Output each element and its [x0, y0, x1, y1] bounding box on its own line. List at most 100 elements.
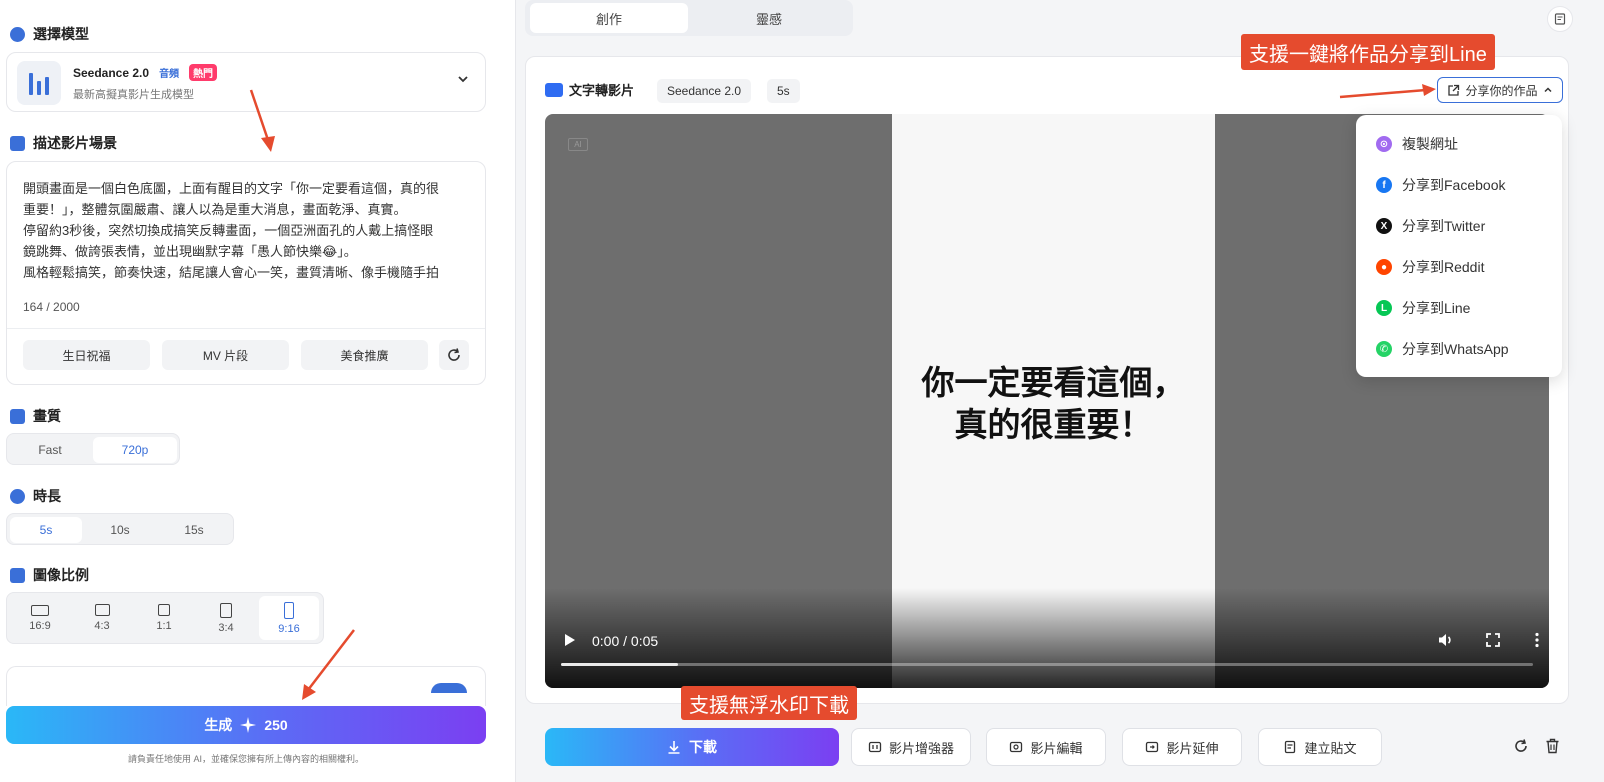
chevron-up-icon — [1543, 87, 1552, 93]
landscape-icon — [94, 604, 110, 616]
share-menu: ⊙ 複製網址 f 分享到Facebook X 分享到Twitter ● 分享到Reddit L 分… — [1356, 115, 1562, 377]
ratio-option-3-4[interactable]: 3:4 — [196, 596, 256, 640]
ratio-option-16-9[interactable]: 16:9 — [10, 596, 70, 640]
extend-icon — [1146, 741, 1159, 753]
video-caption: 你一定要看這個， 真的很重要！ — [921, 363, 1186, 444]
whatsapp-icon: ✆ — [1376, 341, 1392, 357]
landscape-icon — [31, 604, 49, 616]
extra-options-card — [6, 666, 486, 706]
aspect-ratio-icon — [10, 567, 25, 583]
share-menu-label: 分享到Line — [1402, 300, 1471, 316]
edit-note-icon — [10, 135, 25, 151]
prompt-textarea[interactable]: 開頭畫面是一個白色底圖，上面有醒目的文字「你一定要看這個，真的很 重要！」，整體… — [23, 178, 483, 283]
disclaimer-text: 請負責任地使用 AI，並確保您擁有所上傳內容的相關權利。 — [127, 754, 364, 764]
prompt-section-title: 描述影片場景 — [10, 133, 117, 153]
brain-icon — [10, 26, 25, 42]
callout-arrow-icon — [1339, 84, 1436, 99]
square-icon — [158, 604, 170, 616]
trash-icon[interactable] — [1545, 738, 1560, 757]
audio-badge: 音頻 — [159, 69, 180, 80]
suggestion-food[interactable]: 美食推廣 — [301, 340, 428, 370]
share-external-icon — [1448, 84, 1460, 96]
edit-video-icon — [1010, 741, 1023, 753]
duration-pill: 5s — [767, 79, 800, 103]
enhance-icon — [868, 741, 882, 753]
controls-gradient — [545, 588, 1549, 688]
char-counter: 164 / 2000 — [23, 300, 80, 314]
more-options-icon[interactable] — [1535, 632, 1539, 651]
share-menu-item[interactable]: ✆ 分享到WhatsApp — [1376, 337, 1509, 361]
regenerate-icon[interactable] — [1513, 738, 1529, 757]
share-menu-item[interactable]: f 分享到Facebook — [1376, 173, 1505, 197]
bottom-action-bar: 下載 影片增強器 影片編輯 影片延伸 建立貼文 — [525, 706, 1604, 782]
link-icon: ⊙ — [1376, 136, 1392, 152]
toggle-switch[interactable] — [431, 683, 467, 693]
download-icon — [668, 741, 680, 754]
ratio-selector: 16:9 4:3 1:1 3:4 9:16 — [6, 592, 324, 644]
portrait-icon — [220, 602, 232, 618]
chevron-down-icon[interactable] — [457, 73, 469, 88]
share-menu-item[interactable]: ⊙ 複製網址 — [1376, 132, 1458, 156]
share-menu-item[interactable]: X 分享到Twitter — [1376, 214, 1485, 238]
generate-button[interactable]: 生成 250 — [6, 706, 486, 744]
clock-icon — [10, 488, 25, 504]
video-edit-button[interactable]: 影片編輯 — [986, 728, 1106, 766]
x-icon: X — [1376, 218, 1392, 234]
share-menu-item[interactable]: ● 分享到Reddit — [1376, 255, 1484, 279]
duration-option-10s[interactable]: 10s — [84, 517, 156, 543]
notes-icon[interactable] — [1547, 6, 1573, 32]
download-button[interactable]: 下載 — [545, 728, 839, 766]
share-menu-item[interactable]: L 分享到Line — [1376, 296, 1470, 320]
quality-selector: Fast 720p — [6, 433, 180, 465]
model-section-title: 選擇模型 — [10, 24, 89, 44]
suggestion-birthday[interactable]: 生日祝福 — [23, 340, 150, 370]
share-menu-label: 分享到Facebook — [1402, 177, 1506, 193]
ratio-option-1-1[interactable]: 1:1 — [134, 596, 194, 640]
video-extend-button[interactable]: 影片延伸 — [1122, 728, 1242, 766]
quality-option-720p[interactable]: 720p — [93, 437, 177, 463]
fullscreen-icon[interactable] — [1486, 633, 1500, 650]
model-pill: Seedance 2.0 — [657, 79, 752, 103]
video-progress-fill — [561, 663, 678, 666]
duration-section-title: 時長 — [10, 486, 61, 506]
seedance-logo-icon — [17, 61, 61, 105]
tab-inspiration[interactable]: 靈感 — [690, 3, 848, 33]
sparkle-icon — [240, 717, 257, 733]
model-name: Seedance 2.0 — [73, 65, 150, 80]
ratio-section-title: 圖像比例 — [10, 565, 89, 585]
result-header-title: 文字轉影片 — [545, 80, 634, 99]
refresh-icon — [448, 348, 460, 361]
refresh-suggestions-button[interactable] — [439, 340, 469, 370]
video-time: 0:00 / 0:05 — [592, 633, 659, 649]
video-enhancer-button[interactable]: 影片增強器 — [851, 728, 971, 766]
divider — [7, 328, 485, 329]
callout-arrow-icon — [302, 629, 355, 700]
mode-tabs: 創作 靈感 — [525, 0, 853, 36]
share-button[interactable]: 分享你的作品 — [1437, 77, 1563, 103]
create-post-button[interactable]: 建立貼文 — [1258, 728, 1382, 766]
ratio-option-4-3[interactable]: 4:3 — [72, 596, 132, 640]
suggestion-mv[interactable]: MV 片段 — [162, 340, 289, 370]
quality-option-fast[interactable]: Fast — [10, 437, 90, 463]
duration-option-5s[interactable]: 5s — [10, 517, 82, 543]
line-icon: L — [1376, 300, 1392, 316]
tab-create[interactable]: 創作 — [530, 3, 688, 33]
model-description: 最新高擬真影片生成模型 — [73, 89, 194, 101]
duration-option-15s[interactable]: 15s — [158, 517, 230, 543]
post-icon — [1285, 740, 1296, 754]
video-camera-icon — [545, 82, 563, 97]
facebook-icon: f — [1376, 177, 1392, 193]
share-menu-label: 分享到WhatsApp — [1402, 341, 1509, 357]
share-callout: 支援一鍵將作品分享到Line — [1241, 34, 1495, 70]
hot-badge: 熱門 — [189, 64, 218, 81]
video-progress-bar[interactable] — [561, 663, 1533, 666]
portrait-icon — [284, 601, 294, 619]
play-icon[interactable] — [564, 633, 576, 650]
callout-arrow-icon — [249, 89, 275, 152]
share-menu-label: 分享到Reddit — [1402, 259, 1485, 275]
volume-icon[interactable] — [1438, 632, 1454, 651]
ai-badge: AI — [568, 138, 588, 151]
quality-section-title: 畫質 — [10, 406, 61, 426]
chart-icon — [10, 408, 25, 424]
reddit-icon: ● — [1376, 259, 1392, 275]
